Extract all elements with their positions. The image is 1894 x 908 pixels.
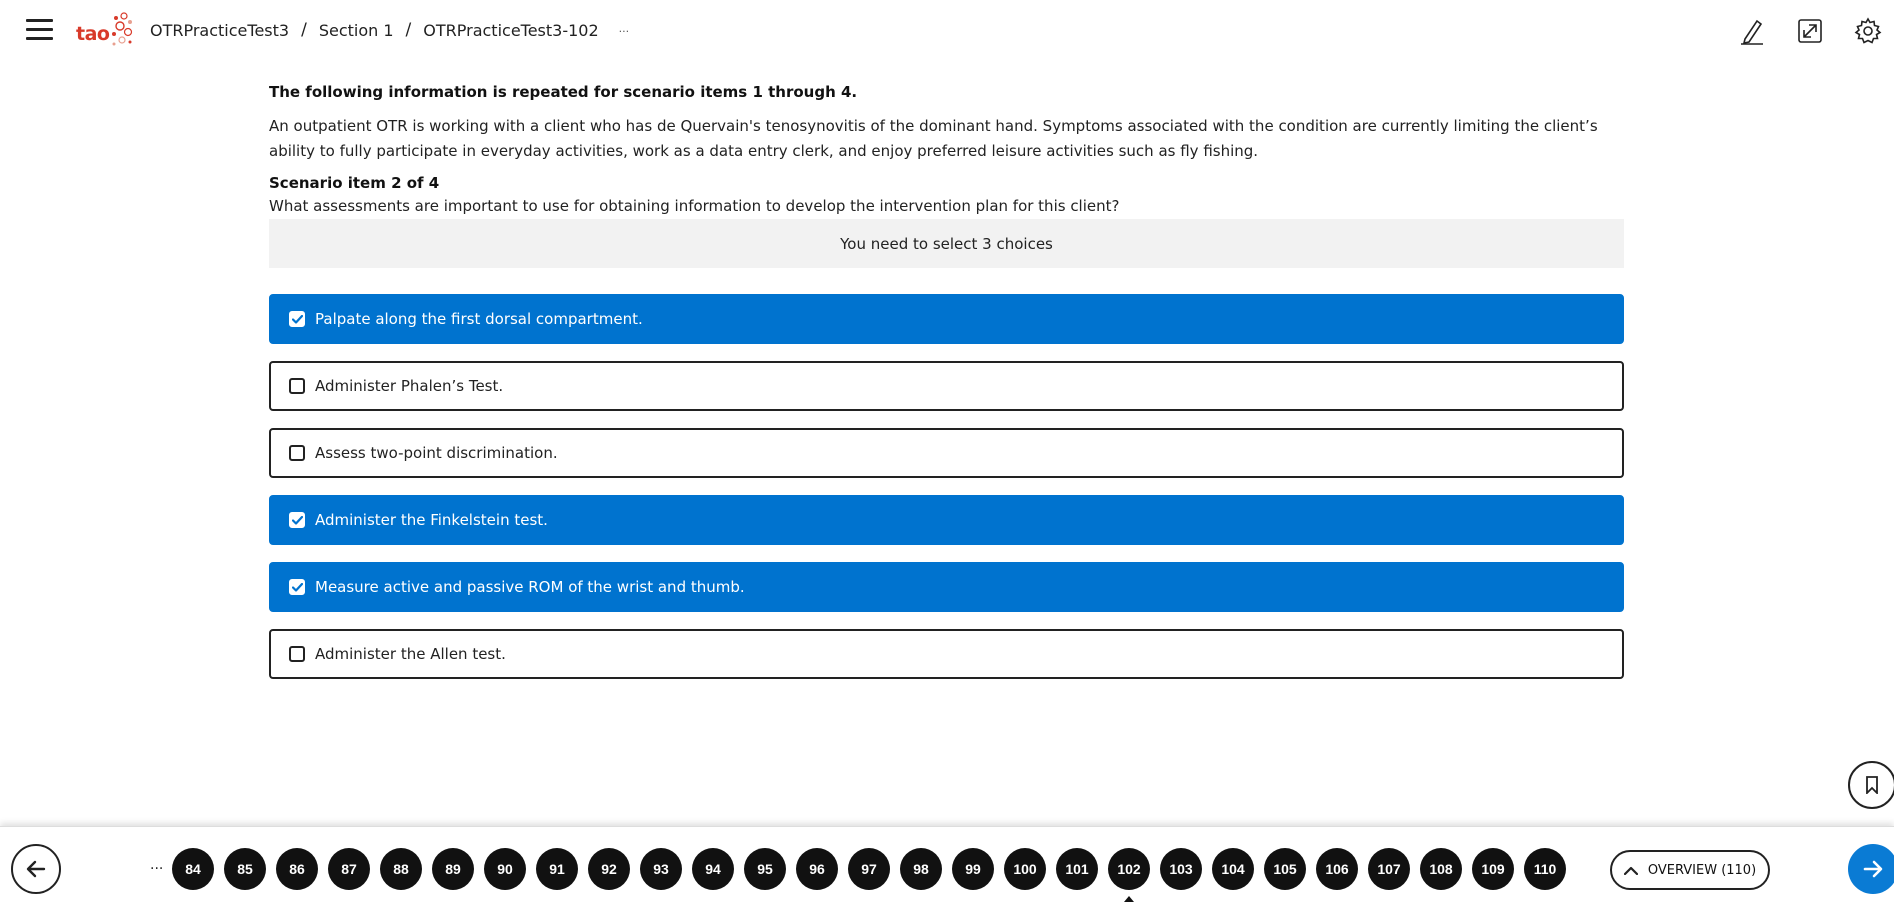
checkbox-icon[interactable] <box>289 378 305 394</box>
menu-icon[interactable] <box>26 18 53 42</box>
page-button-91[interactable]: 91 <box>536 848 578 890</box>
page-button-103[interactable]: 103 <box>1160 848 1202 890</box>
gear-icon[interactable] <box>1851 14 1885 48</box>
previous-button[interactable] <box>11 844 61 894</box>
item-title: Scenario item 2 of 4 <box>269 174 440 192</box>
page-button-104[interactable]: 104 <box>1212 848 1254 890</box>
page-button-106[interactable]: 106 <box>1316 848 1358 890</box>
page-button-107[interactable]: 107 <box>1368 848 1410 890</box>
breadcrumb-item[interactable]: OTRPracticeTest3-102 <box>423 21 598 40</box>
arrow-right-icon <box>1863 860 1883 878</box>
checkbox-icon[interactable] <box>289 311 305 327</box>
page-button-90[interactable]: 90 <box>484 848 526 890</box>
page-button-89[interactable]: 89 <box>432 848 474 890</box>
checkbox-icon[interactable] <box>289 579 305 595</box>
page-button-110[interactable]: 110 <box>1524 848 1566 890</box>
overview-label: OVERVIEW (110) <box>1647 862 1757 878</box>
choice-3[interactable]: Assess two-point discrimination. <box>269 428 1624 478</box>
page-button-95[interactable]: 95 <box>744 848 786 890</box>
scenario-text: An outpatient OTR is working with a clie… <box>269 117 1598 160</box>
page-button-84[interactable]: 84 <box>172 848 214 890</box>
page-button-109[interactable]: 109 <box>1472 848 1514 890</box>
page-button-97[interactable]: 97 <box>848 848 890 890</box>
pages-ellipsis[interactable]: ... <box>150 857 163 873</box>
breadcrumb-section[interactable]: Section 1 <box>319 21 394 40</box>
choice-6[interactable]: Administer the Allen test. <box>269 629 1624 679</box>
pencil-icon[interactable] <box>1735 14 1769 48</box>
chevron-up-icon <box>1623 866 1638 875</box>
choice-5[interactable]: Measure active and passive ROM of the wr… <box>269 562 1624 612</box>
fullscreen-icon[interactable] <box>1793 14 1827 48</box>
choice-label: Administer the Allen test. <box>315 645 506 663</box>
choice-list: Palpate along the first dorsal compartme… <box>269 294 1624 679</box>
arrow-left-icon <box>26 860 46 878</box>
choice-label: Palpate along the first dorsal compartme… <box>315 310 643 328</box>
page-button-87[interactable]: 87 <box>328 848 370 890</box>
scenario-intro: The following information is repeated fo… <box>269 83 858 101</box>
choice-1[interactable]: Palpate along the first dorsal compartme… <box>269 294 1624 344</box>
checkbox-icon[interactable] <box>289 512 305 528</box>
page-button-86[interactable]: 86 <box>276 848 318 890</box>
breadcrumb-more[interactable]: ... <box>619 22 630 35</box>
next-button[interactable] <box>1848 844 1894 894</box>
choice-label: Assess two-point discrimination. <box>315 444 558 462</box>
tao-logo: tao <box>76 12 134 50</box>
choice-4[interactable]: Administer the Finkelstein test. <box>269 495 1624 545</box>
item-content: The following information is repeated fo… <box>269 82 1624 696</box>
page-button-85[interactable]: 85 <box>224 848 266 890</box>
header: tao OTRPracticeTest3 / Section 1 / OTRPr… <box>0 0 1894 62</box>
checkbox-icon[interactable] <box>289 646 305 662</box>
choice-2[interactable]: Administer Phalen’s Test. <box>269 361 1624 411</box>
page-navigator: 84 85 86 87 88 89 90 91 92 93 94 95 96 97 98 99 100 101 10… <box>172 848 1576 902</box>
page-button-88[interactable]: 88 <box>380 848 422 890</box>
question-prompt: What assessments are important to use fo… <box>269 197 1120 215</box>
page-button-99[interactable]: 99 <box>952 848 994 890</box>
page-button-93[interactable]: 93 <box>640 848 682 890</box>
page-button-92[interactable]: 92 <box>588 848 630 890</box>
breadcrumb-test[interactable]: OTRPracticeTest3 <box>150 21 289 40</box>
bookmark-icon <box>1866 776 1878 794</box>
page-button-101[interactable]: 101 <box>1056 848 1098 890</box>
choice-label: Administer the Finkelstein test. <box>315 511 548 529</box>
navigation-footer: ... 84 85 86 87 88 89 90 91 92 93 94 95 96 97 98 99 100 1… <box>0 826 1894 908</box>
page-button-100[interactable]: 100 <box>1004 848 1046 890</box>
page-button-108[interactable]: 108 <box>1420 848 1462 890</box>
choice-label: Administer Phalen’s Test. <box>315 377 504 395</box>
page-button-94[interactable]: 94 <box>692 848 734 890</box>
page-button-96[interactable]: 96 <box>796 848 838 890</box>
page-button-98[interactable]: 98 <box>900 848 942 890</box>
checkbox-icon[interactable] <box>289 445 305 461</box>
choice-label: Measure active and passive ROM of the wr… <box>315 578 745 596</box>
overview-button[interactable]: OVERVIEW (110) <box>1610 850 1770 890</box>
breadcrumb: OTRPracticeTest3 / Section 1 / OTRPracti… <box>150 20 630 40</box>
page-button-102[interactable]: 102 <box>1108 848 1150 902</box>
page-button-105[interactable]: 105 <box>1264 848 1306 890</box>
bookmark-button[interactable] <box>1848 761 1894 809</box>
selection-hint: You need to select 3 choices <box>269 219 1624 268</box>
